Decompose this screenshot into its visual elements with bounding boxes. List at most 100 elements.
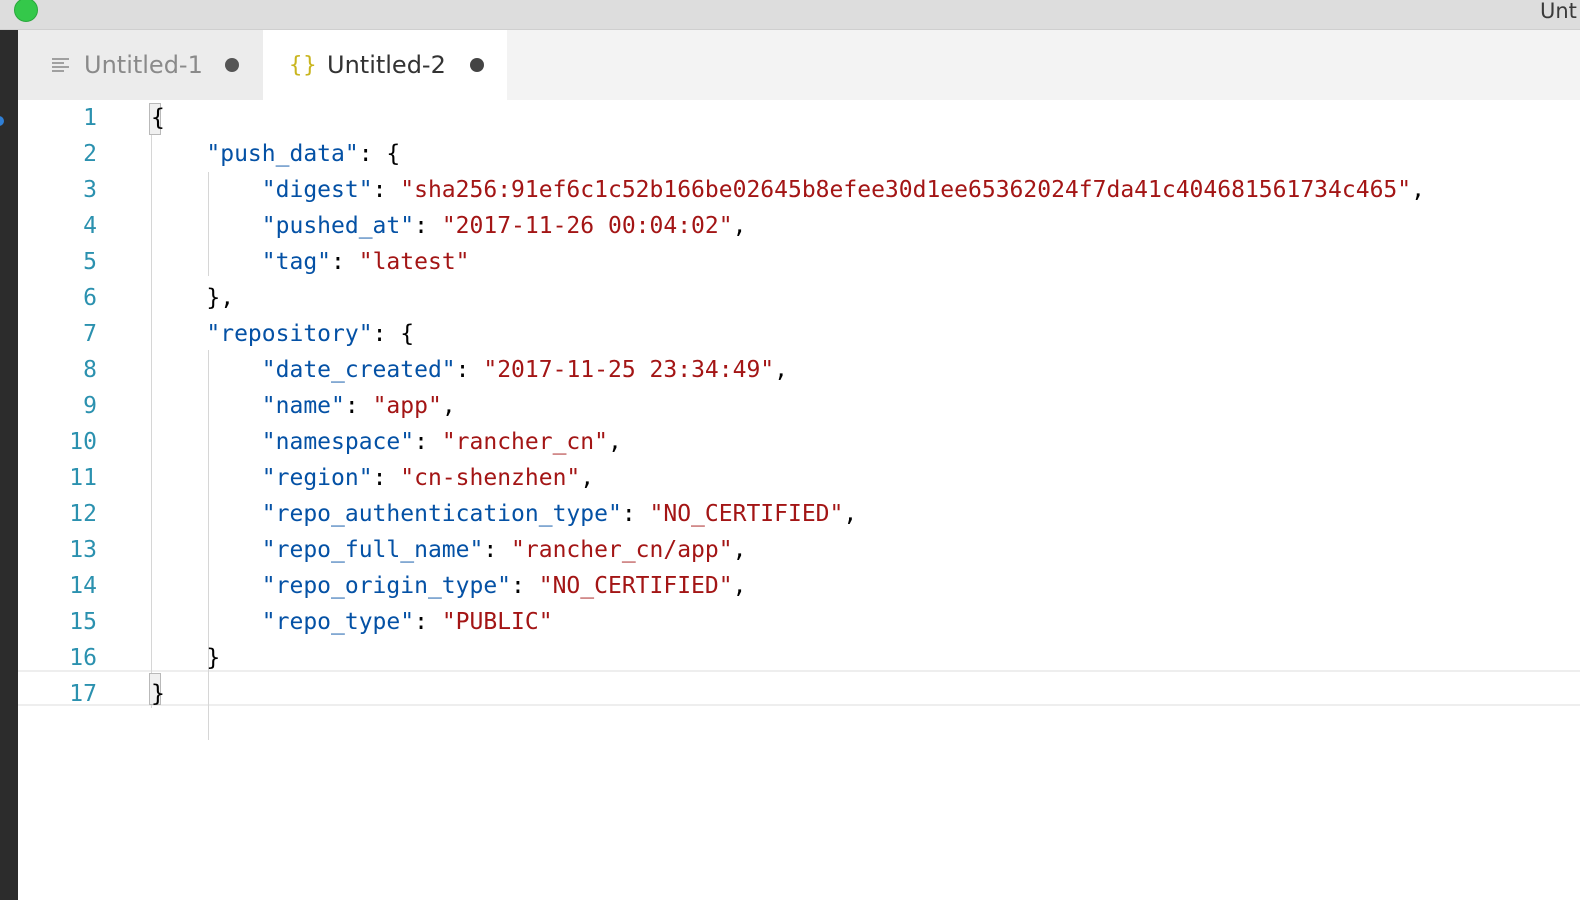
activity-bar [0, 30, 18, 900]
json-string-value: "PUBLIC" [441, 609, 553, 635]
tab-bar: Untitled-1 {} Untitled-2 [18, 30, 1580, 100]
code-line[interactable]: 5 "tag": "latest" [18, 244, 1580, 280]
code-text: "repo_type": "PUBLIC" [151, 604, 553, 640]
json-colon: : [483, 537, 512, 563]
line-number: 6 [83, 285, 97, 311]
json-colon: : [344, 393, 373, 419]
title-bar: Unt [0, 0, 1580, 30]
code-line[interactable]: 14 "repo_origin_type": "NO_CERTIFIED", [18, 568, 1580, 604]
json-colon: : [414, 213, 442, 239]
json-punctuation: } [151, 681, 165, 707]
code-text: }, [151, 280, 234, 316]
json-punctuation: }, [206, 285, 235, 311]
code-text: "repo_full_name": "rancher_cn/app", [151, 532, 747, 568]
json-braces-icon: {} [289, 52, 318, 78]
json-punctuation: , [732, 573, 747, 599]
code-line[interactable]: 3 "digest": "sha256:91ef6c1c52b166be0264… [18, 172, 1580, 208]
code-text: "region": "cn-shenzhen", [151, 460, 594, 496]
json-colon: : [621, 501, 650, 527]
json-punctuation: { [151, 105, 165, 131]
unsaved-changes-dot-icon[interactable] [225, 58, 239, 72]
line-number: 10 [69, 429, 97, 455]
line-number: 7 [83, 321, 97, 347]
json-string-value: "rancher_cn" [441, 429, 608, 455]
code-line[interactable]: 12 "repo_authentication_type": "NO_CERTI… [18, 496, 1580, 532]
json-string-value: "cn-shenzhen" [400, 465, 581, 491]
tab-untitled-1[interactable]: Untitled-1 [18, 30, 263, 100]
json-key: "repo_full_name" [261, 537, 484, 563]
code-text: "repository": { [151, 316, 414, 352]
json-key: "region" [261, 465, 373, 491]
json-colon: : [414, 429, 442, 455]
code-text: "digest": "sha256:91ef6c1c52b166be02645b… [151, 172, 1425, 208]
json-string-value: "NO_CERTIFIED" [649, 501, 844, 527]
json-punctuation: , [843, 501, 858, 527]
code-editor[interactable]: 1{2 "push_data": {3 "digest": "sha256:91… [18, 100, 1580, 900]
json-punctuation: } [206, 645, 221, 671]
activity-indicator-icon [0, 116, 4, 126]
json-punctuation: , [732, 537, 747, 563]
line-number: 14 [69, 573, 97, 599]
code-line[interactable]: 8 "date_created": "2017-11-25 23:34:49", [18, 352, 1580, 388]
json-string-value: "rancher_cn/app" [511, 537, 733, 563]
line-number: 12 [69, 501, 97, 527]
code-line[interactable]: 16 } [18, 640, 1580, 676]
line-number: 3 [83, 177, 97, 203]
json-colon: : [414, 609, 442, 635]
json-punctuation: , [580, 465, 595, 491]
code-line[interactable]: 15 "repo_type": "PUBLIC" [18, 604, 1580, 640]
json-string-value: "2017-11-26 00:04:02" [441, 213, 733, 239]
code-text: "repo_authentication_type": "NO_CERTIFIE… [151, 496, 857, 532]
line-number: 1 [83, 105, 97, 131]
json-key: "repository" [206, 321, 373, 347]
line-number: 15 [69, 609, 97, 635]
code-line[interactable]: 9 "name": "app", [18, 388, 1580, 424]
json-key: "digest" [261, 177, 373, 203]
code-line[interactable]: 17} [18, 676, 1580, 712]
json-punctuation: , [1411, 177, 1425, 203]
line-number: 16 [69, 645, 97, 671]
code-line[interactable]: 11 "region": "cn-shenzhen", [18, 460, 1580, 496]
code-line[interactable]: 2 "push_data": { [18, 136, 1580, 172]
line-number: 8 [83, 357, 97, 383]
json-string-value: "sha256:91ef6c1c52b166be02645b8efee30d1e… [400, 177, 1412, 203]
code-text: { [151, 100, 165, 136]
tab-label: Untitled-2 [327, 51, 446, 79]
json-string-value: "app" [372, 393, 442, 419]
code-line[interactable]: 10 "namespace": "rancher_cn", [18, 424, 1580, 460]
json-punctuation: { [386, 141, 401, 167]
code-line[interactable]: 7 "repository": { [18, 316, 1580, 352]
json-colon: : [372, 321, 401, 347]
code-line[interactable]: 13 "repo_full_name": "rancher_cn/app", [18, 532, 1580, 568]
code-line[interactable]: 6 }, [18, 280, 1580, 316]
unsaved-changes-dot-icon[interactable] [470, 58, 484, 72]
json-string-value: "NO_CERTIFIED" [538, 573, 733, 599]
window-title: Unt [1540, 0, 1577, 23]
tab-label: Untitled-1 [84, 51, 203, 79]
code-text: "name": "app", [151, 388, 456, 424]
json-key: "push_data" [206, 141, 359, 167]
json-colon: : [372, 465, 401, 491]
maximize-window-button[interactable] [14, 0, 38, 22]
json-punctuation: , [441, 393, 456, 419]
code-line[interactable]: 4 "pushed_at": "2017-11-26 00:04:02", [18, 208, 1580, 244]
code-text: } [151, 640, 220, 676]
code-line[interactable]: 1{ [18, 100, 1580, 136]
tab-untitled-2[interactable]: {} Untitled-2 [263, 30, 507, 100]
code-text: "namespace": "rancher_cn", [151, 424, 622, 460]
line-number: 13 [69, 537, 97, 563]
code-text: "tag": "latest" [151, 244, 470, 280]
line-number: 2 [83, 141, 97, 167]
json-string-value: "latest" [358, 249, 470, 275]
json-string-value: "2017-11-25 23:34:49" [483, 357, 775, 383]
